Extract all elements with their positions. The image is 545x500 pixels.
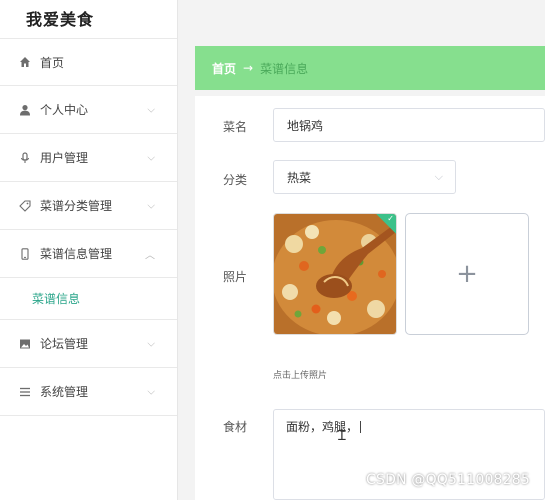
breadcrumb-current: 菜谱信息 (260, 61, 309, 76)
chevron-down-icon: ⌵ (147, 152, 155, 163)
uploaded-photo[interactable]: ✓ (273, 213, 397, 335)
name-input[interactable]: 地锅鸡 (273, 108, 545, 142)
sidebar-item-recipe-category[interactable]: 菜谱分类管理 ⌵ (0, 182, 177, 230)
main-content: 首页 → 菜谱信息 菜名 地锅鸡 分类 热菜 ⌵ 照片 ✓ + 点击上传照片 食… (178, 0, 545, 500)
category-label: 分类 (223, 173, 248, 187)
sidebar-item-label: 个人中心 (40, 103, 89, 117)
sidebar-item-forum-management[interactable]: 论坛管理 ⌵ (0, 320, 177, 368)
upload-photo-button[interactable]: + (405, 213, 529, 335)
chevron-up-icon: ︿ (145, 250, 155, 261)
sidebar-item-recipe-info-management[interactable]: 菜谱信息管理 ︿ (0, 230, 177, 278)
text-cursor (360, 421, 362, 433)
sidebar-subitem-recipe-info[interactable]: 菜谱信息 (0, 278, 177, 320)
breadcrumb-separator: → (243, 61, 254, 75)
chevron-down-icon: ⌵ (434, 170, 443, 183)
chevron-down-icon: ⌵ (147, 200, 155, 211)
ingredients-textarea-value: 面粉，鸡腿， (286, 420, 359, 434)
check-icon: ✓ (387, 214, 394, 223)
name-input-value: 地锅鸡 (287, 118, 324, 133)
ingredients-label: 食材 (223, 420, 248, 434)
sidebar-subitem-label: 菜谱信息 (32, 292, 81, 306)
top-bar (178, 0, 545, 32)
chevron-down-icon: ⌵ (147, 104, 155, 115)
tag-icon (18, 199, 32, 213)
sidebar-item-label: 系统管理 (40, 385, 89, 399)
sidebar-item-system-management[interactable]: 系统管理 ⌵ (0, 368, 177, 416)
sidebar: 我爱美食 首页 个人中心 ⌵ 用户管理 ⌵ 菜谱分类管理 ⌵ 菜谱信息管理 ︿ (0, 0, 178, 500)
home-icon (18, 55, 32, 69)
chevron-down-icon: ⌵ (147, 386, 155, 397)
name-label: 菜名 (223, 120, 248, 134)
photo-label: 照片 (223, 270, 248, 284)
sidebar-item-label: 菜谱分类管理 (40, 199, 113, 213)
chevron-down-icon: ⌵ (147, 338, 155, 349)
dish-photo-image (274, 214, 396, 334)
sidebar-item-user-management[interactable]: 用户管理 ⌵ (0, 134, 177, 182)
ibeam-cursor-icon: Ɪ (338, 428, 346, 444)
microphone-icon (18, 151, 32, 165)
category-select[interactable]: 热菜 ⌵ (273, 160, 456, 194)
sidebar-item-label: 用户管理 (40, 151, 89, 165)
picture-icon (18, 337, 32, 351)
sidebar-item-personal-center[interactable]: 个人中心 ⌵ (0, 86, 177, 134)
form-panel: 菜名 地锅鸡 分类 热菜 ⌵ 照片 ✓ + 点击上传照片 食材 面粉，鸡腿， Ɪ (195, 96, 545, 500)
app-title: 我爱美食 (26, 10, 95, 29)
watermark: CSDN @QQ511008285 (366, 472, 530, 488)
category-select-value: 热菜 (287, 170, 312, 185)
plus-icon: + (456, 259, 478, 289)
sidebar-item-label: 论坛管理 (40, 337, 89, 351)
sidebar-item-label: 首页 (40, 55, 65, 70)
sidebar-item-label: 菜谱信息管理 (40, 247, 113, 261)
breadcrumb-home[interactable]: 首页 (212, 60, 236, 77)
breadcrumb: 首页 → 菜谱信息 (195, 46, 545, 90)
list-icon (18, 385, 32, 399)
sidebar-item-home[interactable]: 首页 (0, 38, 177, 86)
upload-tip: 点击上传照片 (273, 371, 328, 381)
user-icon (18, 103, 32, 117)
phone-icon (18, 247, 32, 261)
